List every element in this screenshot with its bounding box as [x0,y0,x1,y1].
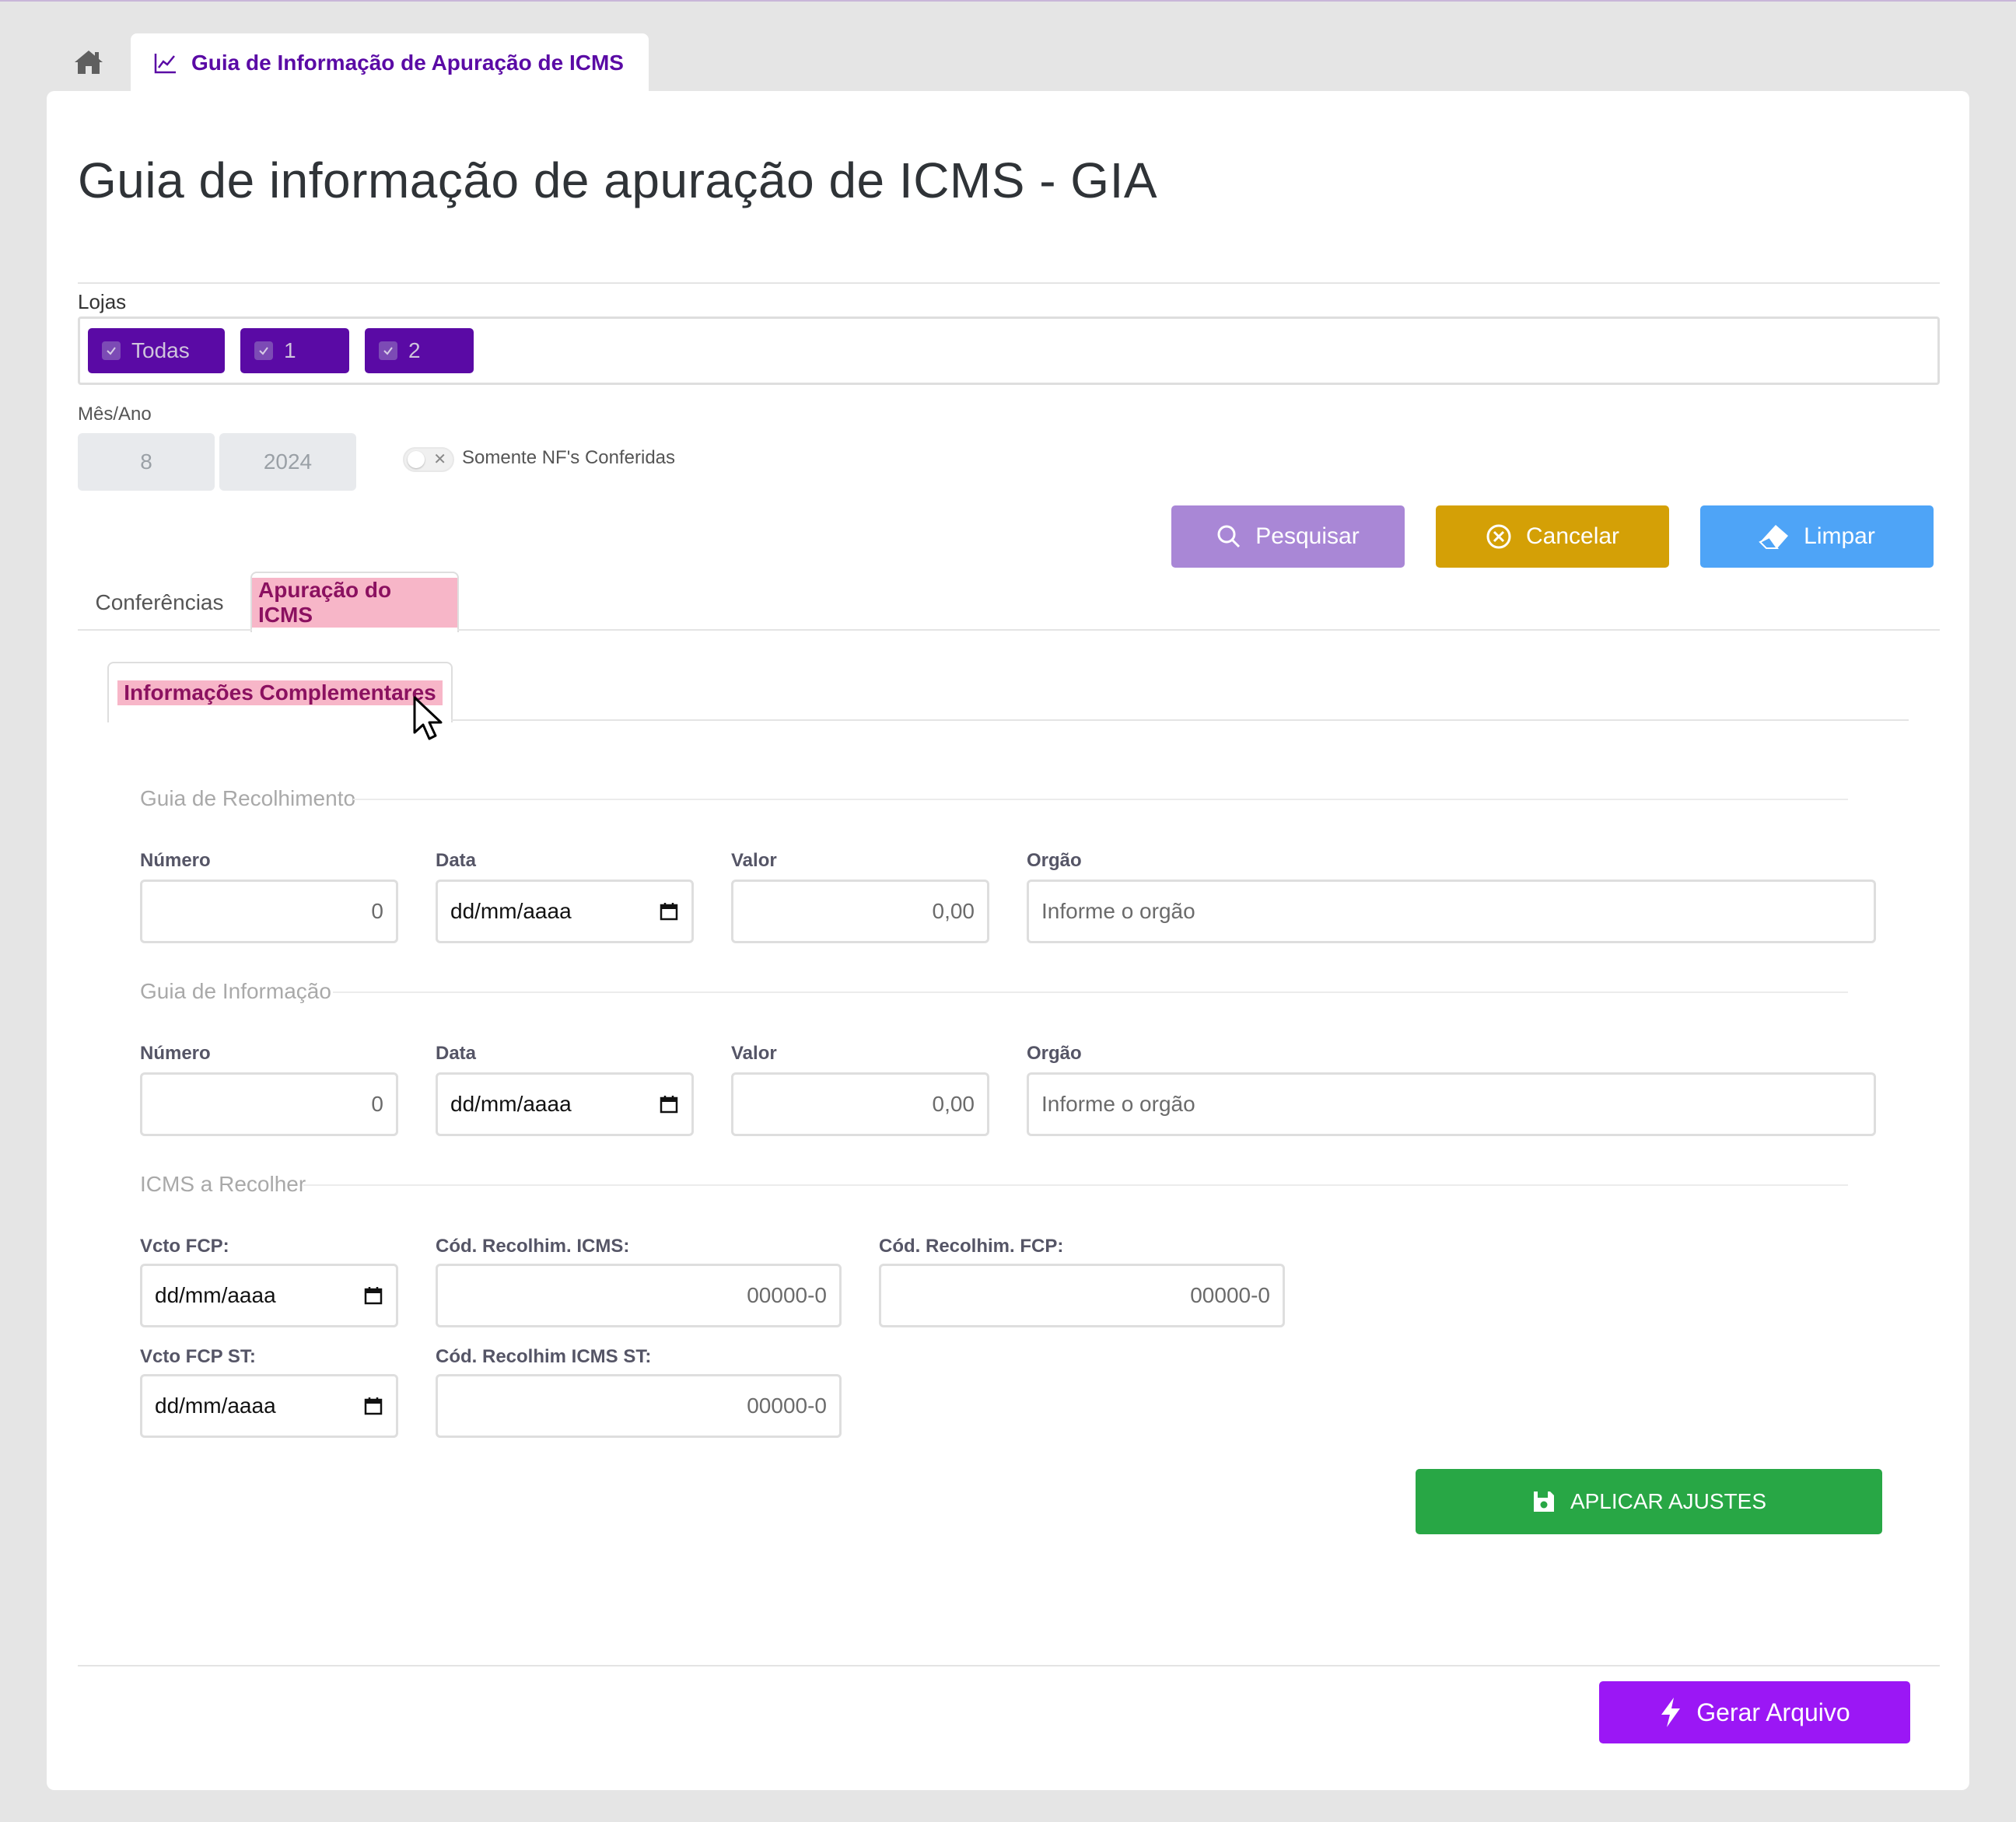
cod-fcp-input[interactable]: 00000-0 [879,1264,1285,1327]
informacao-orgao-input[interactable]: Informe o orgão [1027,1072,1876,1136]
calendar-icon[interactable] [659,1094,679,1114]
valor-label: Valor [731,850,777,871]
check-icon [254,341,273,360]
check-icon [102,341,121,360]
recolhimento-valor-input[interactable]: 0,00 [731,880,989,943]
legend-guia-recolhimento: Guia de Recolhimento [140,786,356,810]
vcto-fcp-input[interactable]: dd/mm/aaaa [140,1264,398,1327]
mes-ano-label: Mês/Ano [78,404,152,425]
informacao-data-input[interactable]: dd/mm/aaaa [436,1072,694,1136]
chip-label: 1 [284,338,296,362]
tab-apuracao-label: Apuração do ICMS [252,578,457,628]
cod-icms-st-input[interactable]: 00000-0 [436,1374,842,1438]
cod-icms-st-label: Cód. Recolhim ICMS ST: [436,1346,652,1367]
cod-icms-label: Cód. Recolhim. ICMS: [436,1236,630,1257]
data-label: Data [436,850,477,871]
cancelar-button[interactable]: Cancelar [1436,505,1669,568]
calendar-icon[interactable] [363,1396,383,1416]
chip-todas[interactable]: Todas [88,328,225,373]
gerar-label: Gerar Arquivo [1696,1698,1850,1726]
tab-conferencias-label: Conferências [95,590,224,614]
data-label: Data [436,1043,477,1064]
orgao-label: Orgão [1027,850,1082,871]
limpar-button[interactable]: Limpar [1700,505,1934,568]
check-icon [379,341,397,360]
numero-label: Número [140,1043,211,1064]
recolhimento-numero-input[interactable]: 0 [140,880,398,943]
tab-informacoes-complementares[interactable]: Informações Complementares [107,662,453,722]
vcto-fcp-st-input[interactable]: dd/mm/aaaa [140,1374,398,1438]
bolt-icon [1661,1698,1681,1727]
cod-fcp-label: Cód. Recolhim. FCP: [879,1236,1064,1257]
informacao-valor-input[interactable]: 0,00 [731,1072,989,1136]
vcto-fcp-label: Vcto FCP: [140,1236,229,1257]
home-button[interactable] [70,45,107,79]
toggle-label: Somente NF's Conferidas [462,447,676,468]
main-card: Guia de informação de apuração de ICMS -… [47,91,1969,1790]
chart-line-icon [154,54,176,74]
cod-icms-input[interactable]: 00000-0 [436,1264,842,1327]
gerar-arquivo-button[interactable]: Gerar Arquivo [1599,1681,1910,1743]
chip-loja-1[interactable]: 1 [240,328,349,373]
tab-gia-label: Guia de Informação de Apuração de ICMS [191,51,624,75]
save-icon [1533,1492,1554,1512]
home-icon [75,51,103,74]
lojas-multiselect[interactable]: Todas 1 2 [78,316,1940,385]
mouse-cursor-icon [413,696,443,740]
mes-input[interactable]: 8 [78,433,215,491]
eraser-icon [1759,525,1789,549]
tab-conferencias[interactable]: Conferências [96,575,224,631]
recolhimento-orgao-input[interactable]: Informe o orgão [1027,880,1876,943]
lojas-label: Lojas [78,290,127,313]
legend-line [353,799,1848,800]
tab-apuracao-icms[interactable]: Apuração do ICMS [250,572,459,632]
chip-label: 2 [408,338,421,362]
vcto-fcp-st-label: Vcto FCP ST: [140,1346,256,1367]
cancel-circle-icon [1486,524,1511,549]
legend-guia-informacao: Guia de Informação [140,979,331,1003]
valor-label: Valor [731,1043,777,1064]
divider [78,282,1940,284]
page-title: Guia de informação de apuração de ICMS -… [78,152,1158,208]
tab-info-label: Informações Complementares [117,680,443,705]
pesquisar-label: Pesquisar [1255,523,1360,549]
calendar-icon[interactable] [659,901,679,921]
footer-divider [78,1665,1940,1666]
calendar-icon[interactable] [363,1285,383,1306]
orgao-label: Orgão [1027,1043,1082,1064]
search-icon [1217,525,1241,548]
legend-icms-recolher: ICMS a Recolher [140,1172,306,1196]
limpar-label: Limpar [1804,523,1875,549]
nf-conferidas-toggle[interactable]: ✕ [403,447,454,472]
pesquisar-button[interactable]: Pesquisar [1171,505,1405,568]
chip-label: Todas [131,338,190,362]
tab-gia[interactable]: Guia de Informação de Apuração de ICMS [131,33,649,93]
close-icon: ✕ [433,451,446,468]
aplicar-ajustes-button[interactable]: APLICAR AJUSTES [1416,1469,1882,1534]
ano-input[interactable]: 2024 [219,433,356,491]
informacao-numero-input[interactable]: 0 [140,1072,398,1136]
aplicar-label: APLICAR AJUSTES [1570,1489,1767,1513]
cancelar-label: Cancelar [1525,523,1620,549]
recolhimento-data-input[interactable]: dd/mm/aaaa [436,880,694,943]
legend-line [303,1184,1848,1186]
chip-loja-2[interactable]: 2 [365,328,474,373]
legend-line [333,991,1848,993]
numero-label: Número [140,850,211,871]
